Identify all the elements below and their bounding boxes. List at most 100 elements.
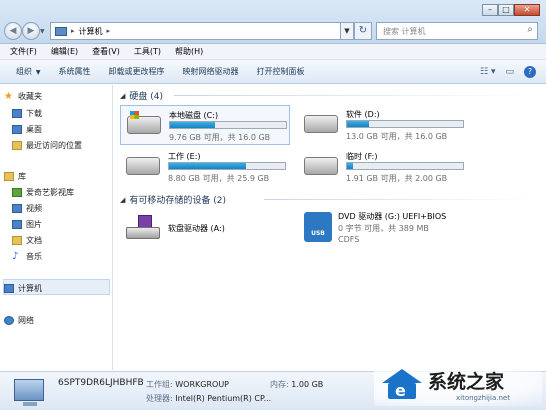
sidebar-item-downloads[interactable]: 下载: [12, 108, 42, 119]
windows-logo-icon: [130, 111, 139, 119]
drive-name: 软件 (D:): [346, 110, 380, 119]
sidebar-item-pictures[interactable]: 图片: [12, 219, 42, 230]
group-divider: [264, 199, 534, 200]
drive-space-info: 13.0 GB 可用，共 16.0 GB: [346, 132, 448, 141]
help-icon[interactable]: ?: [524, 66, 536, 78]
floppy-drive-a[interactable]: 软盘驱动器 (A:): [120, 209, 290, 249]
drive-usage-bar: [168, 162, 286, 170]
menu-file[interactable]: 文件(F): [10, 46, 37, 57]
document-icon: [12, 236, 22, 245]
change-view-icon[interactable]: ☷ ▾: [480, 67, 495, 77]
search-icon: ⌕: [527, 24, 533, 35]
drive-c[interactable]: 本地磁盘 (C:) 9.76 GB 可用，共 16.0 GB: [120, 105, 290, 145]
dvd-drive-g[interactable]: USB DVD 驱动器 (G:) UEFI+BIOS 0 字节 可用，共 389…: [298, 209, 498, 249]
collapse-triangle-icon[interactable]: ◢: [120, 92, 125, 100]
memory-label: 内存:: [270, 380, 289, 389]
open-control-panel-button[interactable]: 打开控制面板: [257, 66, 305, 77]
drive-name: 软盘驱动器 (A:): [168, 224, 225, 233]
refresh-button[interactable]: ↻: [354, 22, 372, 40]
floppy-drive-icon: [126, 215, 160, 241]
address-bar[interactable]: ▸ 计算机 ▸: [50, 22, 350, 40]
system-properties-button[interactable]: 系统属性: [59, 66, 91, 77]
drive-name: 本地磁盘 (C:): [169, 111, 219, 120]
back-button[interactable]: ◀: [4, 22, 22, 40]
cpu-info: 处理器: Intel(R) Pentium(R) CP...: [146, 393, 271, 404]
preview-pane-icon[interactable]: ▭: [505, 67, 514, 77]
cpu-label: 处理器:: [146, 394, 173, 403]
navigation-pane: ★ 收藏夹 下载 桌面 最近访问的位置 库 爱奇艺影视库 视频 图片 文档 ♪ 音乐…: [0, 85, 113, 370]
close-button[interactable]: ✕: [514, 4, 540, 16]
memory-value: 1.00 GB: [291, 380, 324, 389]
desktop-icon: [12, 125, 22, 134]
removable-group-header[interactable]: ◢ 有可移动存储的设备 (2): [120, 193, 226, 207]
drive-f[interactable]: 临时 (F:) 1.91 GB 可用，共 2.00 GB: [298, 147, 468, 187]
chevron-right-icon[interactable]: ▸: [107, 27, 111, 35]
menu-tools[interactable]: 工具(T): [134, 46, 161, 57]
chevron-right-icon[interactable]: ▸: [71, 27, 75, 35]
video-icon: [12, 204, 22, 213]
workgroup-label: 工作组:: [146, 380, 173, 389]
workgroup-info: 工作组: WORKGROUP: [146, 379, 229, 390]
window-controls: – □ ✕: [482, 4, 540, 16]
sidebar-item-recent[interactable]: 最近访问的位置: [12, 140, 82, 151]
drive-space-info: 9.76 GB 可用，共 16.0 GB: [169, 133, 271, 142]
history-dropdown-icon[interactable]: ▼: [40, 28, 45, 35]
drive-name: 工作 (E:): [168, 152, 201, 161]
content-pane: ◢ 硬盘 (4) 本地磁盘 (C:) 9.76 GB 可用，共 16.0 GB …: [114, 85, 546, 370]
group-title: 硬盘 (4): [129, 92, 164, 102]
organize-button[interactable]: 组织 ▼: [16, 66, 41, 77]
search-input[interactable]: 搜索 计算机 ⌕: [376, 22, 538, 40]
download-folder-icon: [12, 109, 22, 118]
sidebar-label: 桌面: [26, 125, 42, 134]
drive-space-info: 8.80 GB 可用，共 25.9 GB: [168, 174, 270, 183]
drive-e[interactable]: 工作 (E:) 8.80 GB 可用，共 25.9 GB: [120, 147, 290, 187]
sidebar-item-favorites[interactable]: ★ 收藏夹: [4, 91, 42, 102]
sidebar-item-computer[interactable]: 计算机: [4, 283, 42, 294]
forward-button[interactable]: ▶: [22, 22, 40, 40]
hard-drive-icon: [126, 157, 160, 175]
hard-drive-icon: [304, 115, 338, 133]
sidebar-item-videos[interactable]: 视频: [12, 203, 42, 214]
computer-name: 6SPT9DR6LJHBHFB: [58, 378, 144, 388]
sidebar-item-network[interactable]: 网络: [4, 315, 34, 326]
music-note-icon: ♪: [12, 251, 19, 262]
drive-d[interactable]: 软件 (D:) 13.0 GB 可用，共 16.0 GB: [298, 105, 468, 145]
command-bar: 组织 ▼ 系统属性 卸载或更改程序 映射网络驱动器 打开控制面板: [0, 60, 546, 84]
sidebar-item-documents[interactable]: 文档: [12, 235, 42, 246]
minimize-button[interactable]: –: [482, 4, 498, 16]
sidebar-label: 下载: [26, 109, 42, 118]
menu-help[interactable]: 帮助(H): [175, 46, 203, 57]
computer-icon: [4, 284, 14, 293]
drive-filesystem: CDFS: [338, 235, 360, 244]
recent-places-icon: [12, 141, 22, 150]
drive-usage-bar: [169, 121, 287, 129]
drive-name: 临时 (F:): [346, 152, 378, 161]
drive-usage-fill: [347, 121, 370, 127]
search-placeholder: 搜索 计算机: [383, 27, 426, 36]
collapse-triangle-icon[interactable]: ◢: [120, 196, 125, 204]
uninstall-program-button[interactable]: 卸载或更改程序: [109, 66, 165, 77]
title-bar: ◀ ▶ ▼ ▸ 计算机 ▸ ▼ ↻ 搜索 计算机 ⌕ – □ ✕: [0, 0, 546, 44]
memory-info: 内存: 1.00 GB: [270, 379, 323, 390]
library-icon: [4, 172, 14, 181]
sidebar-item-aiqiyi[interactable]: 爱奇艺影视库: [12, 187, 74, 198]
drive-usage-fill: [170, 122, 216, 128]
sidebar-item-music[interactable]: ♪ 音乐: [12, 251, 42, 262]
menu-bar: 文件(F) 编辑(E) 查看(V) 工具(T) 帮助(H): [0, 44, 546, 60]
drive-usage-bar: [346, 162, 464, 170]
address-dropdown-button[interactable]: ▼: [340, 22, 354, 40]
sidebar-item-desktop[interactable]: 桌面: [12, 124, 42, 135]
sidebar-label: 视频: [26, 204, 42, 213]
map-network-drive-button[interactable]: 映射网络驱动器: [183, 66, 239, 77]
menu-view[interactable]: 查看(V): [92, 46, 120, 57]
sidebar-label: 音乐: [26, 252, 42, 261]
sidebar-label: 收藏夹: [18, 92, 42, 101]
menu-edit[interactable]: 编辑(E): [51, 46, 78, 57]
video-library-icon: [12, 188, 22, 197]
maximize-button[interactable]: □: [498, 4, 514, 16]
hard-disks-group-header[interactable]: ◢ 硬盘 (4): [120, 89, 164, 103]
sidebar-label: 文档: [26, 236, 42, 245]
network-icon: [4, 316, 14, 325]
computer-icon: [55, 26, 67, 36]
sidebar-item-libraries[interactable]: 库: [4, 171, 26, 182]
